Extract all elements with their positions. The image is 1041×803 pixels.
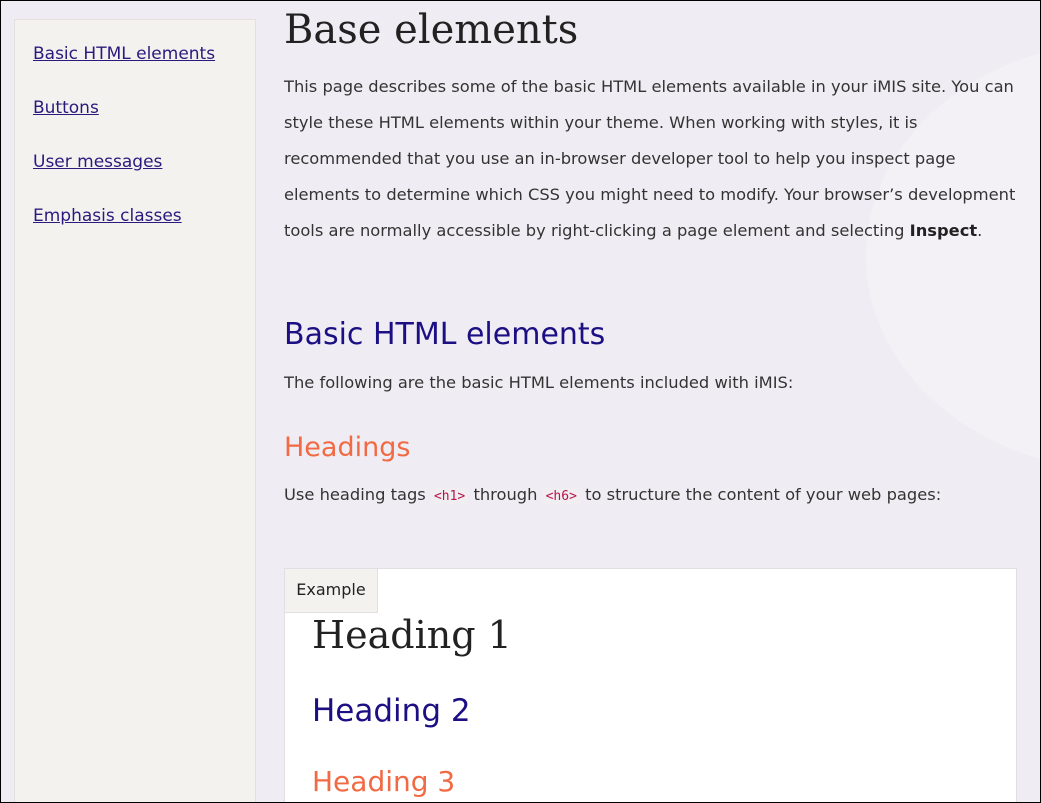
subsection-paragraph: Use heading tags <h1> through <h6> to st… <box>284 477 1019 515</box>
sidebar-item-basic-html-elements[interactable]: Basic HTML elements <box>33 44 215 64</box>
page-title: Base elements <box>284 7 579 53</box>
subsection-text-before: Use heading tags <box>284 485 431 504</box>
section-paragraph: The following are the basic HTML element… <box>284 373 794 392</box>
section-heading: Basic HTML elements <box>284 317 606 352</box>
page-frame: Basic HTML elements Buttons User message… <box>0 0 1041 803</box>
intro-period: . <box>977 221 983 240</box>
intro-text: This page describes some of the basic HT… <box>284 77 1016 240</box>
example-box: Example Heading 1 Heading 2 Heading 3 <box>284 568 1017 802</box>
sidebar-item-buttons[interactable]: Buttons <box>33 98 99 118</box>
inspect-emphasis: Inspect <box>909 221 978 240</box>
subsection-text-after: to structure the content of your web pag… <box>579 485 942 504</box>
subsection-heading: Headings <box>284 432 411 463</box>
intro-paragraph: This page describes some of the basic HT… <box>284 69 1019 249</box>
example-heading-1: Heading 1 <box>312 613 512 657</box>
sidebar-item-emphasis-classes[interactable]: Emphasis classes <box>33 206 182 226</box>
code-h1-tag: <h1> <box>430 488 469 505</box>
sidebar-item-user-messages[interactable]: User messages <box>33 152 162 172</box>
example-heading-3: Heading 3 <box>312 765 456 798</box>
code-h6-tag: <h6> <box>542 488 580 505</box>
example-heading-2: Heading 2 <box>312 693 471 729</box>
sidebar-nav: Basic HTML elements Buttons User message… <box>14 19 256 802</box>
example-tab: Example <box>285 569 378 613</box>
subsection-text-middle: through <box>468 485 543 504</box>
